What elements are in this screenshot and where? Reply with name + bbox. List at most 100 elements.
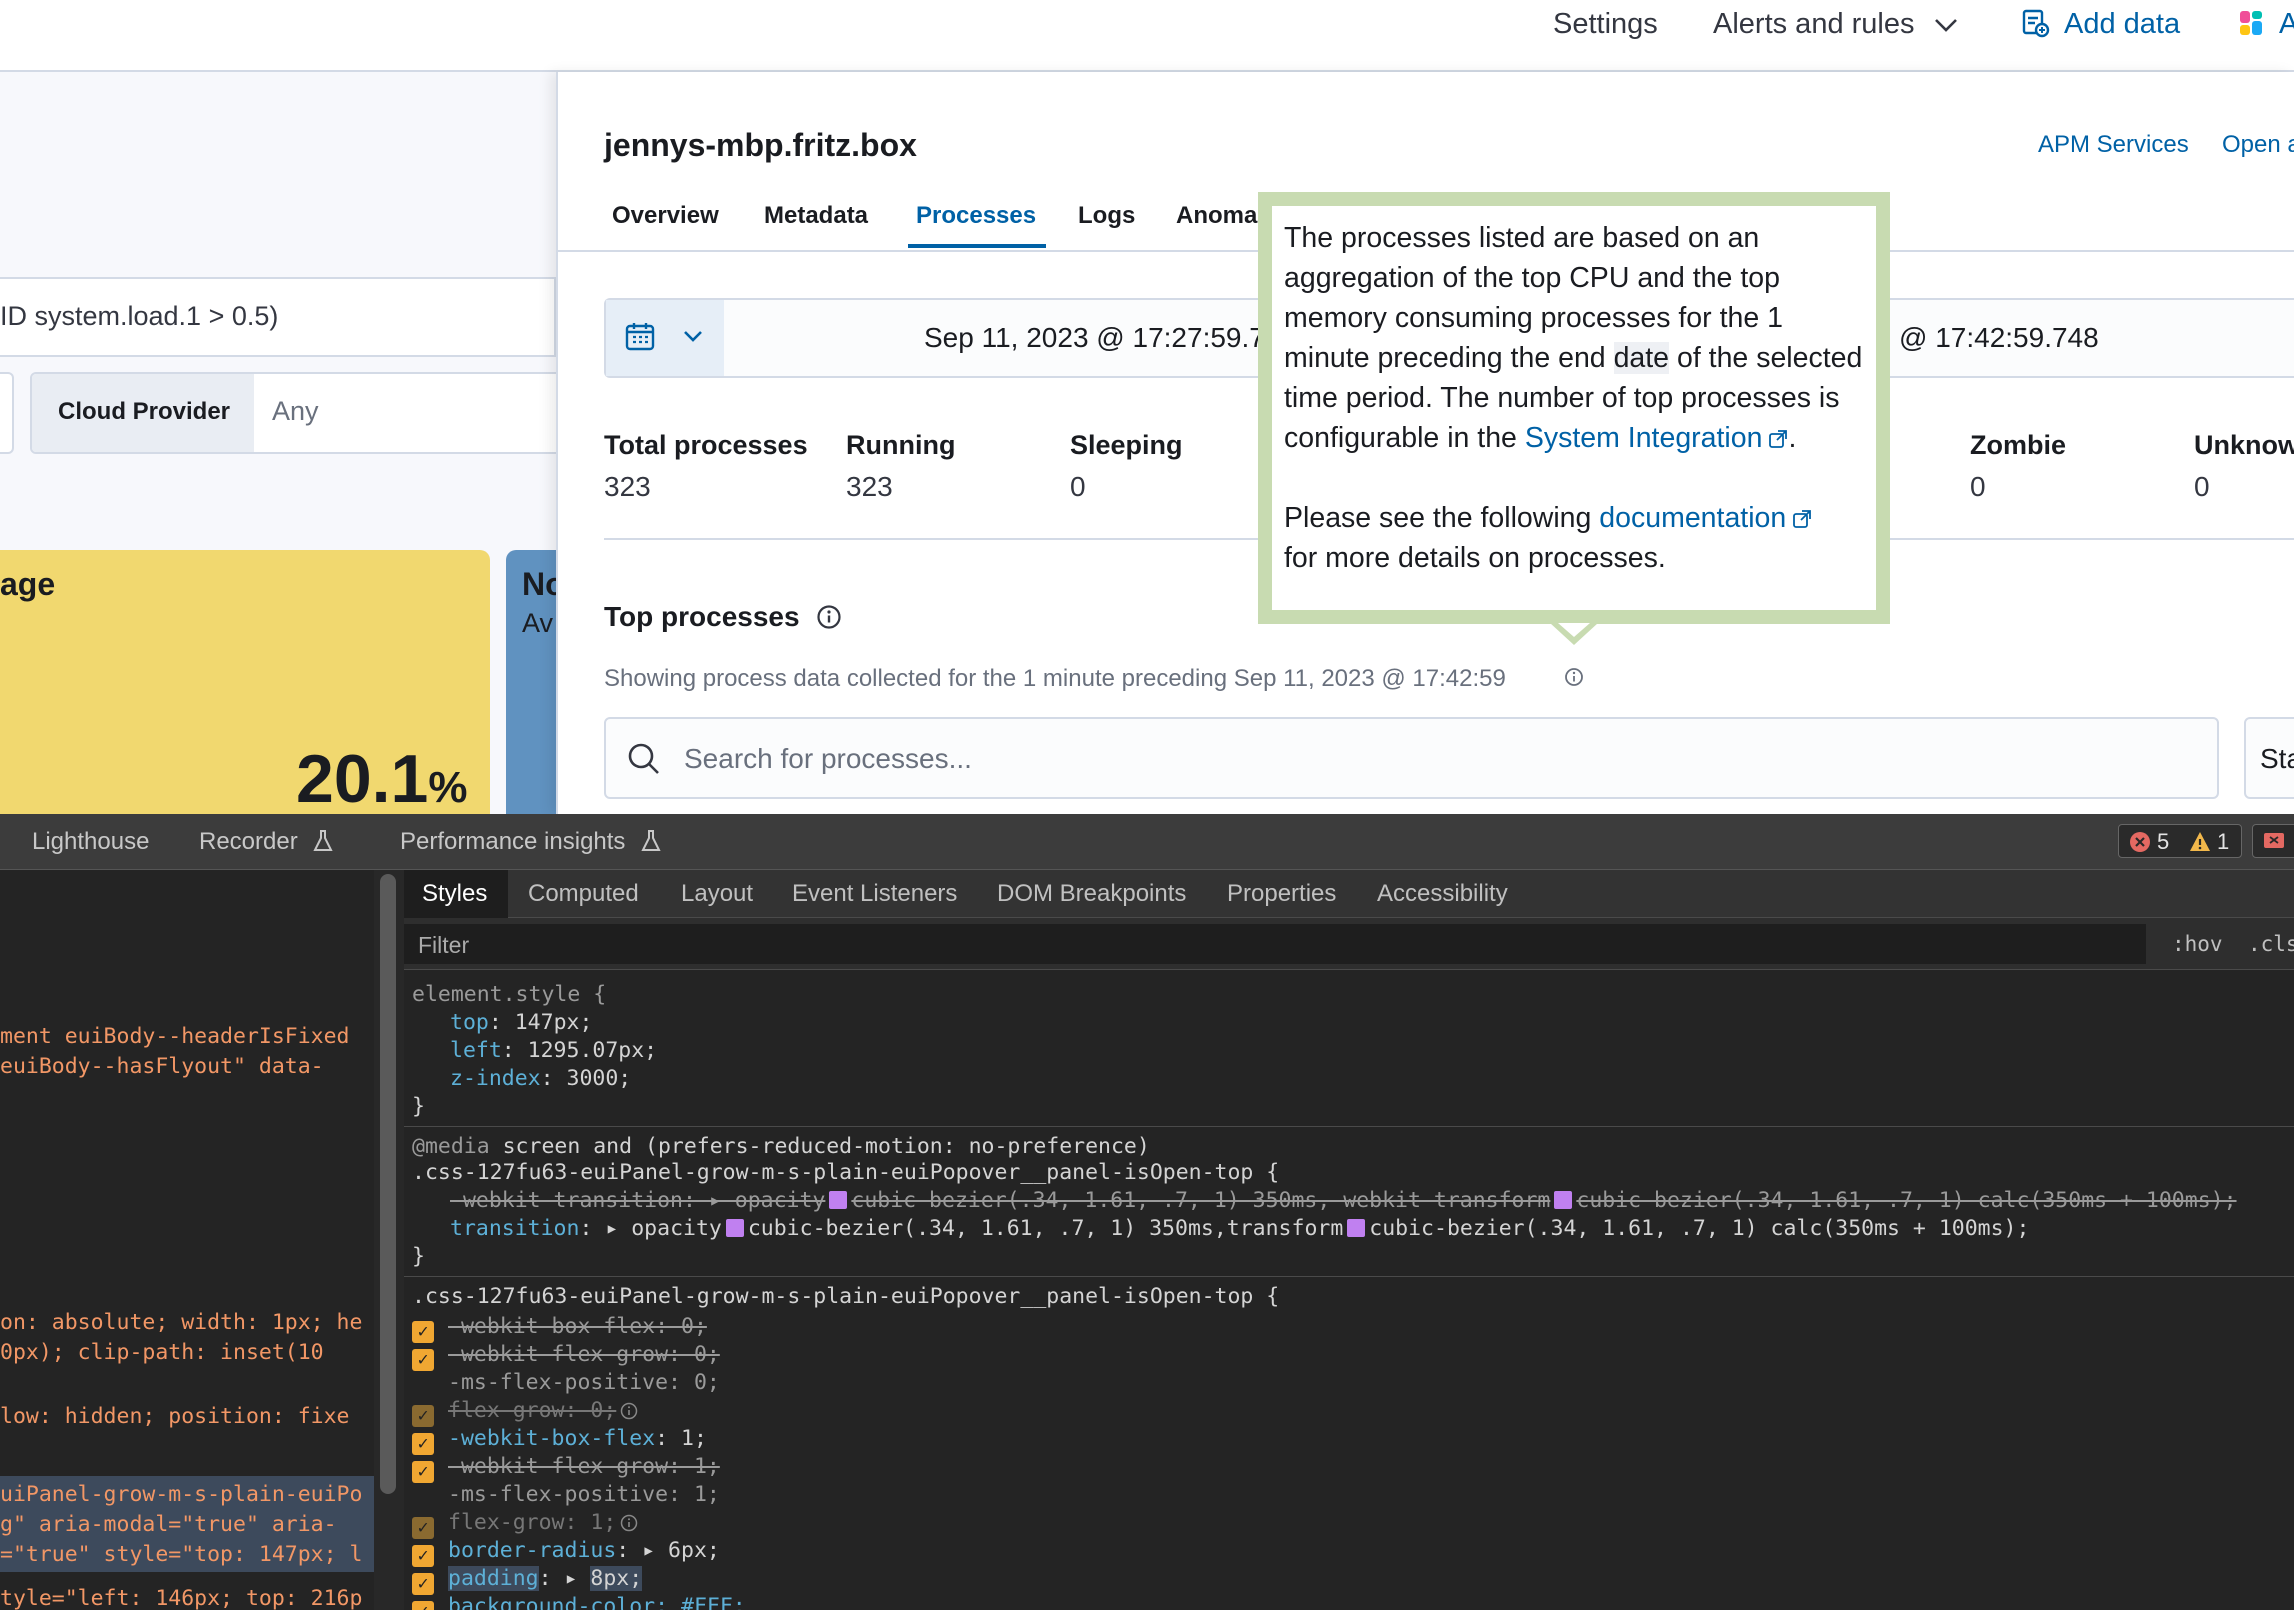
query-text: ID system.load.1 > 0.5) [0,301,279,331]
element-line[interactable]: g" aria-modal="true" aria- [0,1512,337,1537]
checkbox-icon[interactable]: ✓ [412,1433,434,1455]
tab-metadata[interactable]: Metadata [764,202,868,230]
css-rule-left[interactable]: left: 1295.07px; [450,1038,657,1063]
checkbox-icon[interactable]: ✓ [412,1461,434,1483]
css-rule-top[interactable]: top: 147px; [450,1010,592,1035]
checkbox-icon[interactable]: ✓ [412,1517,434,1539]
css-rule-zindex[interactable]: z-index: 3000; [450,1066,631,1091]
error-count: 5 [2157,829,2170,854]
stat-sleeping-label: Sleeping [1070,430,1183,460]
metric-card-cpu[interactable]: age 20.1% [0,550,490,820]
styles-filter-input[interactable]: Filter [404,924,2146,964]
stat-running-label: Running [846,430,956,460]
warning-icon [2190,832,2210,851]
alerts-label: Alerts and rules [1713,8,1915,40]
feedback-counter[interactable] [2252,824,2294,858]
cloud-provider-value: Any [272,396,319,426]
css-selector-element-style[interactable]: element.style { [412,982,606,1007]
quick-select-button[interactable] [606,300,724,376]
tab-performance-insights[interactable]: Performance insights [400,828,662,856]
apm-services-link[interactable]: APM Services [2038,131,2189,159]
tab-overview[interactable]: Overview [612,202,719,230]
tab-styles[interactable]: Styles [422,880,487,908]
add-data-button[interactable]: Add data [2020,8,2180,41]
info-icon[interactable] [816,604,842,630]
filter-fragment [0,372,14,454]
css-rule-row[interactable]: ✓ -webkit-box-flex: 1; [412,1426,707,1455]
css-rule-row[interactable]: ✓ padding: ▸ 8px; [412,1566,643,1595]
date-start[interactable]: Sep 11, 2023 @ 17:27:59.7 [924,322,1265,354]
tab-lighthouse[interactable]: Lighthouse [32,828,149,856]
documentation-link[interactable]: documentation [1599,502,1812,534]
tab-dom-breakpoints[interactable]: DOM Breakpoints [997,880,1186,908]
css-rule-row[interactable]: ✓ background-color: #FFF; [412,1594,746,1610]
tab-event-listeners[interactable]: Event Listeners [792,880,957,908]
element-line[interactable]: ="true" style="top: 147px; l [0,1542,362,1567]
css-rule-text: background-color: #FFF; [448,1594,746,1610]
css-selector[interactable]: .css-127fu63-euiPanel-grow-m-s-plain-eui… [412,1284,1279,1309]
styles-tabbar: Styles Computed Layout Event Listeners D… [404,870,2294,918]
bezier-swatch-icon[interactable] [1347,1219,1366,1237]
elements-pane[interactable]: ment euiBody--headerIsFixed euiBody--has… [0,870,374,1610]
open-as-page-link[interactable]: Open a [2222,131,2294,159]
tab-layout[interactable]: Layout [681,880,753,908]
settings-link[interactable]: Settings [1553,8,1658,41]
css-rule-row[interactable]: ✓ flex-grow: 1; [412,1510,638,1539]
search-input[interactable]: Search for processes... [684,743,972,775]
documentation-label: documentation [1599,502,1787,534]
tab-computed[interactable]: Computed [528,880,639,908]
checkbox-icon[interactable]: ✓ [412,1601,434,1610]
css-rule-transition[interactable]: transition: ▸ opacity cubic-bezier(.34, 1… [450,1216,2029,1241]
css-selector[interactable]: .css-127fu63-euiPanel-grow-m-s-plain-eui… [412,1160,1279,1185]
checkbox-icon[interactable]: ✓ [412,1321,434,1343]
element-line[interactable]: euiBody--hasFlyout" data- [0,1054,324,1079]
tab-anomalies[interactable]: Anoma [1176,202,1257,230]
bezier-swatch-icon[interactable] [1554,1191,1573,1209]
css-rule-row[interactable]: ✓ flex-grow: 0; [412,1398,638,1427]
rule-separator [404,1126,2294,1127]
element-line[interactable]: 0px); clip-path: inset(10 [0,1340,324,1365]
tab-properties[interactable]: Properties [1227,880,1336,908]
elements-scrollbar[interactable] [380,874,396,1494]
css-rule-row[interactable]: -ms-flex-positive: 0; [448,1370,720,1395]
element-line[interactable]: on: absolute; width: 1px; he [0,1310,362,1335]
metric-card2-sub: Av [522,608,554,638]
css-rule-row[interactable]: ✓ -webkit-flex-grow: 1; [412,1454,720,1483]
css-rule-row[interactable]: -ms-flex-positive: 1; [448,1482,720,1507]
checkbox-icon[interactable]: ✓ [412,1349,434,1371]
state-filter-button[interactable]: Sta [2244,717,2294,799]
bezier-swatch-icon[interactable] [725,1219,744,1237]
css-rule-row[interactable]: ✓ -webkit-flex-grow: 0; [412,1342,720,1371]
checkbox-icon[interactable]: ✓ [412,1405,434,1427]
date-end[interactable]: @ 17:42:59.748 [1899,322,2099,354]
info-icon[interactable] [620,1402,638,1420]
tab-accessibility[interactable]: Accessibility [1377,880,1508,908]
element-line[interactable]: tyle="left: 146px; top: 216p [0,1586,362,1610]
css-rule-row[interactable]: ✓ border-radius: ▸ 6px; [412,1538,720,1567]
css-prop: left [450,1038,502,1063]
assistant-link[interactable]: A [2237,8,2294,41]
tab-logs[interactable]: Logs [1078,202,1135,230]
stat-total-label: Total processes [604,430,808,460]
element-line[interactable]: uiPanel-grow-m-s-plain-euiPo [0,1482,362,1507]
checkbox-icon[interactable]: ✓ [412,1573,434,1595]
process-search[interactable]: Search for processes... [604,717,2219,799]
issues-counter[interactable]: 5 1 [2118,824,2242,858]
info-icon[interactable] [1564,667,1584,687]
element-line[interactable]: low: hidden; position: fixe [0,1404,350,1429]
checkbox-icon[interactable]: ✓ [412,1545,434,1567]
cloud-provider-filter[interactable]: Cloud Provider Any [30,372,570,454]
tab-processes[interactable]: Processes [916,202,1036,230]
element-line[interactable]: ment euiBody--headerIsFixed [0,1024,350,1049]
query-bar[interactable]: ID system.load.1 > 0.5) [0,277,556,357]
css-rule-row[interactable]: ✓ -webkit-box-flex: 0; [412,1314,707,1343]
alerts-menu[interactable]: Alerts and rules [1713,8,1959,41]
cls-toggle[interactable]: .cls [2248,932,2294,956]
tab-recorder[interactable]: Recorder [199,828,334,856]
bezier-swatch-icon[interactable] [829,1191,848,1209]
css-rule-webkit-transition[interactable]: -webkit-transition: ▸ opacity cubic-bezie… [450,1188,2237,1213]
system-integration-link[interactable]: System Integration [1525,422,1789,454]
hov-toggle[interactable]: :hov [2172,932,2223,956]
styles-pane: Styles Computed Layout Event Listeners D… [404,870,2294,1610]
info-icon[interactable] [620,1514,638,1532]
